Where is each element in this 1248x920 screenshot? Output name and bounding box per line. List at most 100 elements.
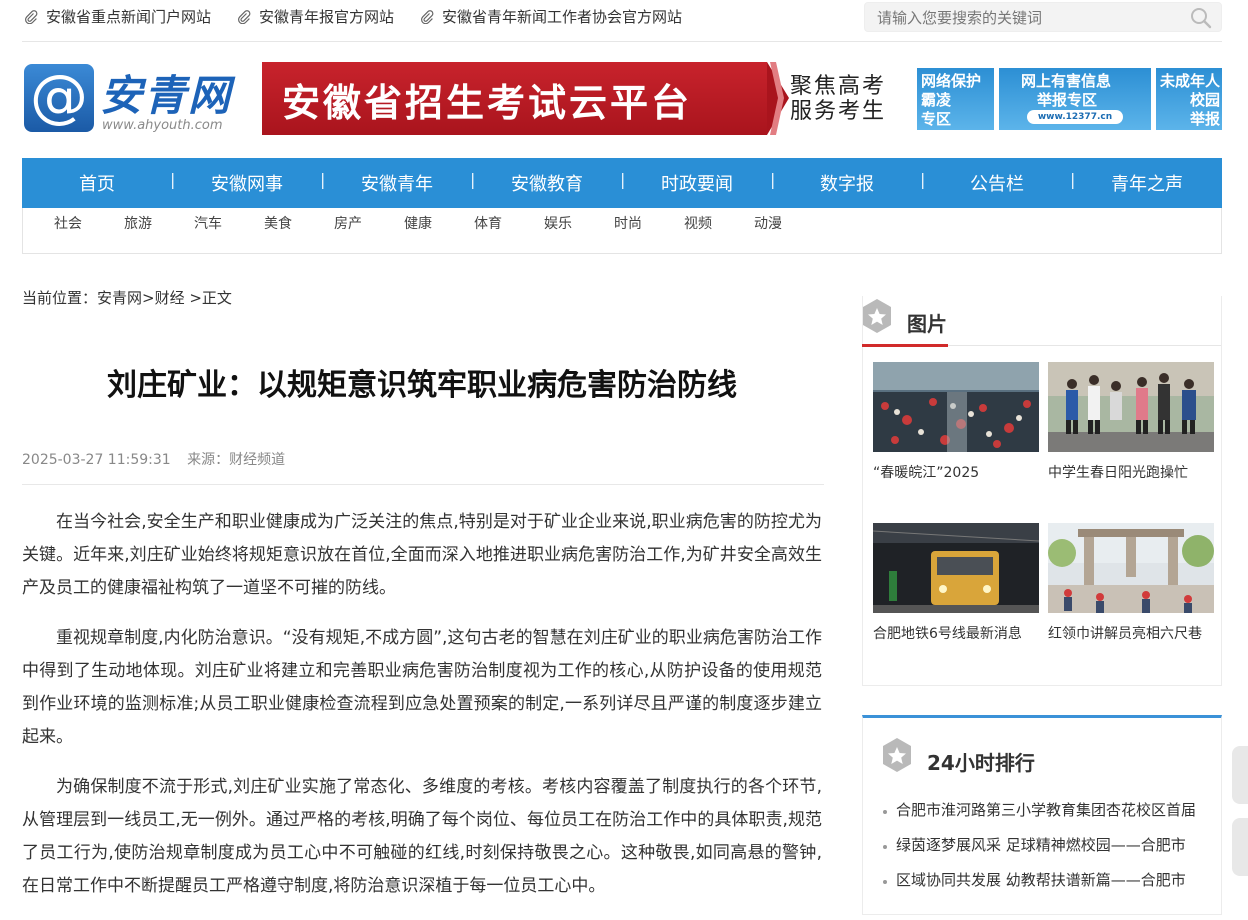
subnav-item-health[interactable]: 健康 bbox=[383, 208, 453, 253]
top-link-youth-daily[interactable]: 安徽青年报官方网站 bbox=[237, 6, 394, 27]
top-link-portal[interactable]: 安徽省重点新闻门户网站 bbox=[24, 6, 211, 27]
ranking-item[interactable]: 合肥市淮河路第三小学教育集团杏花校区首届 bbox=[883, 792, 1213, 827]
top-link-label: 安徽省重点新闻门户网站 bbox=[46, 8, 212, 26]
banner-title: 安徽省招生考试云平台 bbox=[282, 81, 693, 125]
breadcrumb[interactable]: 当前位置：安青网>财经 >正文 bbox=[22, 287, 232, 308]
banner-slogan-line2: 服务考生 bbox=[790, 99, 887, 124]
floating-top-tab[interactable] bbox=[1232, 818, 1248, 876]
logo-at-symbol: @ bbox=[24, 64, 94, 132]
search-icon[interactable] bbox=[1189, 6, 1213, 30]
subnav-item-sports[interactable]: 体育 bbox=[453, 208, 523, 253]
nav-item-home[interactable]: 首页 bbox=[22, 170, 172, 196]
subnav-item-auto[interactable]: 汽车 bbox=[173, 208, 243, 253]
ad-line: 校园 bbox=[1190, 91, 1221, 109]
paperclip-icon bbox=[25, 9, 38, 24]
picture-item[interactable]: 合肥地铁6号线最新消息 bbox=[873, 523, 1039, 643]
ad-line: 举报专区 bbox=[1037, 91, 1098, 109]
search-input[interactable] bbox=[877, 7, 1177, 29]
ad-text: 未成年人 校园 举报 bbox=[1160, 72, 1220, 129]
site-logo[interactable]: @ 安青网 www.ahyouth.com bbox=[24, 62, 234, 134]
ranking-panel: 24小时排行 合肥市淮河路第三小学教育集团杏花校区首届 绿茵逐梦展风采 足球精神… bbox=[862, 715, 1222, 915]
picture-caption: 中学生春日阳光跑操忙 bbox=[1048, 465, 1188, 481]
search-box bbox=[864, 2, 1222, 32]
nav-item-anhui-education[interactable]: 安徽教育 bbox=[470, 170, 622, 196]
article-meta: 2025-03-27 11:59:31 来源：财经频道 bbox=[22, 449, 285, 469]
subnav-item-animation[interactable]: 动漫 bbox=[733, 208, 803, 253]
subnav-item-video[interactable]: 视频 bbox=[663, 208, 733, 253]
article-datetime: 2025-03-27 11:59:31 bbox=[22, 452, 171, 468]
subnav-item-entertainment[interactable]: 娱乐 bbox=[523, 208, 593, 253]
ad-minors-campus[interactable]: 未成年人 校园 举报 bbox=[1156, 68, 1222, 130]
ad-text: 网上有害信息 举报专区 bbox=[1021, 72, 1111, 110]
star-badge-icon bbox=[883, 738, 911, 772]
archway-photo bbox=[1048, 523, 1214, 613]
paperclip-icon bbox=[238, 9, 251, 24]
banner-slogan-line1: 聚焦高考 bbox=[790, 74, 887, 99]
main-nav: 首页 安徽网事 安徽青年 安徽教育 时政要闻 数字报 公告栏 青年之声 bbox=[22, 158, 1222, 208]
subnav-item-travel[interactable]: 旅游 bbox=[103, 208, 173, 253]
ad-line: 网上有害信息 bbox=[1021, 72, 1112, 90]
chevron-right-icon bbox=[770, 62, 784, 135]
picture-item[interactable]: “春暖皖江”2025 bbox=[873, 362, 1039, 482]
bullet-dot bbox=[883, 809, 887, 814]
top-links: 安徽省重点新闻门户网站 安徽青年报官方网站 安徽省青年新闻工作者协会官方网站 bbox=[24, 6, 682, 27]
ad-line: 网络保护 bbox=[921, 72, 982, 90]
ad-line: 举报 bbox=[1190, 110, 1221, 128]
subnav-item-property[interactable]: 房产 bbox=[313, 208, 383, 253]
subnav-item-food[interactable]: 美食 bbox=[243, 208, 313, 253]
ad-harmful-info-report[interactable]: 网上有害信息 举报专区 www.12377.cn bbox=[999, 68, 1151, 130]
nav-item-anhui-youth[interactable]: 安徽青年 bbox=[320, 170, 472, 196]
paperclip-icon bbox=[421, 9, 434, 24]
ranking-item[interactable]: 区域协同共发展 幼教帮扶谱新篇——合肥市 bbox=[883, 862, 1213, 897]
ranking-item-text: 区域协同共发展 幼教帮扶谱新篇——合肥市 bbox=[896, 871, 1186, 889]
picture-caption: “春暖皖江”2025 bbox=[873, 465, 980, 481]
divider bbox=[22, 484, 824, 485]
ranking-item[interactable]: 绿茵逐梦展风采 足球精神燃校园——合肥市 bbox=[883, 827, 1213, 862]
article-title: 刘庄矿业：以规矩意识筑牢职业病危害防治防线 bbox=[107, 368, 737, 403]
nav-item-anhui-news[interactable]: 安徽网事 bbox=[170, 170, 322, 196]
article-body: 在当今社会,安全生产和职业健康成为广泛关注的焦点,特别是对于矿业企业来说,职业病… bbox=[22, 506, 822, 920]
article-source: 来源：财经频道 bbox=[187, 452, 286, 468]
ad-line: 霸凌 bbox=[921, 91, 952, 109]
nav-item-politics[interactable]: 时政要闻 bbox=[620, 170, 772, 196]
pictures-panel: 图片 “春暖皖江”2025 中学生春日阳光跑操忙 合肥地铁6号线最新消息 红领巾… bbox=[862, 296, 1222, 686]
ad-url: www.12377.cn bbox=[1027, 110, 1123, 124]
ad-text: 网络保护 霸凌 专区 bbox=[921, 72, 981, 129]
subnav-item-society[interactable]: 社会 bbox=[33, 208, 103, 253]
bullet-dot bbox=[883, 879, 887, 884]
metro-train-photo bbox=[873, 523, 1039, 613]
star-badge-icon bbox=[863, 299, 891, 333]
exam-platform-banner[interactable]: 安徽省招生考试云平台 聚焦高考 服务考生 bbox=[262, 62, 898, 135]
pictures-title: 图片 bbox=[907, 312, 947, 336]
picture-caption: 红领巾讲解员亮相六尺巷 bbox=[1048, 626, 1202, 642]
article-paragraph: 在当今社会,安全生产和职业健康成为广泛关注的焦点,特别是对于矿业企业来说,职业病… bbox=[22, 512, 822, 598]
logo-name: 安青网 bbox=[100, 71, 233, 120]
ranking-list: 合肥市淮河路第三小学教育集团杏花校区首届 绿茵逐梦展风采 足球精神燃校园——合肥… bbox=[883, 792, 1213, 897]
picture-caption: 合肥地铁6号线最新消息 bbox=[873, 626, 1022, 642]
article-paragraph: 重视规章制度,内化防治意识。“没有规矩,不成方圆”,这句古老的智慧在刘庄矿业的职… bbox=[22, 628, 822, 747]
nav-item-digital-paper[interactable]: 数字报 bbox=[770, 170, 922, 196]
ranking-title: 24小时排行 bbox=[927, 751, 1035, 775]
top-link-label: 安徽青年报官方网站 bbox=[259, 8, 395, 26]
picture-item[interactable]: 红领巾讲解员亮相六尺巷 bbox=[1048, 523, 1214, 643]
article-paragraph: 为确保制度不流于形式,刘庄矿业实施了常态化、多维度的考核。考核内容覆盖了制度执行… bbox=[22, 777, 822, 896]
top-bar: 安徽省重点新闻门户网站 安徽青年报官方网站 安徽省青年新闻工作者协会官方网站 bbox=[22, 0, 1222, 42]
site-header: @ 安青网 www.ahyouth.com 安徽省招生考试云平台 聚焦高考 服务… bbox=[22, 56, 1222, 146]
runners-photo bbox=[1048, 362, 1214, 452]
top-link-label: 安徽省青年新闻工作者协会官方网站 bbox=[442, 8, 683, 26]
picture-item[interactable]: 中学生春日阳光跑操忙 bbox=[1048, 362, 1214, 482]
title-underline bbox=[862, 344, 948, 347]
floating-share-tab[interactable] bbox=[1232, 746, 1248, 804]
crowd-photo bbox=[873, 362, 1039, 452]
pictures-header: 图片 bbox=[862, 296, 1221, 347]
nav-item-notices[interactable]: 公告栏 bbox=[920, 170, 1072, 196]
ad-line: 专区 bbox=[921, 110, 952, 128]
ad-line: 未成年人 bbox=[1160, 72, 1221, 90]
banner-slogan: 聚焦高考 服务考生 bbox=[790, 74, 886, 124]
ranking-item-text: 绿茵逐梦展风采 足球精神燃校园——合肥市 bbox=[896, 836, 1186, 854]
subnav-item-fashion[interactable]: 时尚 bbox=[593, 208, 663, 253]
nav-item-youth-voice[interactable]: 青年之声 bbox=[1070, 170, 1222, 196]
ad-anti-bullying[interactable]: 网络保护 霸凌 专区 bbox=[917, 68, 994, 130]
top-link-journalists[interactable]: 安徽省青年新闻工作者协会官方网站 bbox=[420, 6, 682, 27]
sub-nav: 社会 旅游 汽车 美食 房产 健康 体育 娱乐 时尚 视频 动漫 bbox=[22, 208, 1222, 254]
